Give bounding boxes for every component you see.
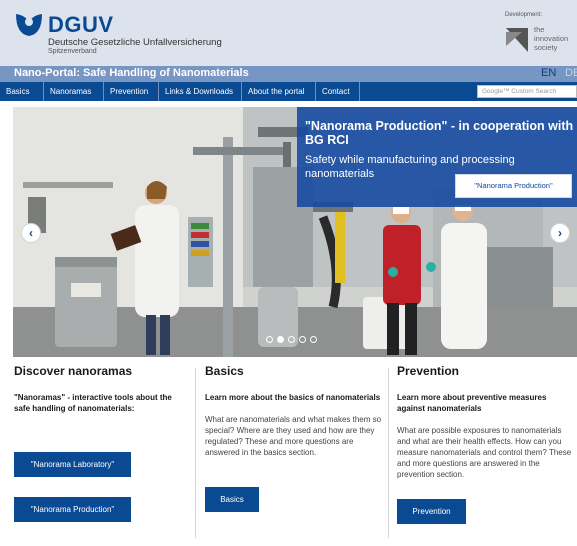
prevention-title: Prevention (397, 364, 460, 378)
hero-slider: "Nanorama Production" - in cooperation w… (13, 107, 577, 357)
basics-button[interactable]: Basics (205, 487, 259, 512)
column-divider (195, 368, 196, 538)
slider-dot[interactable] (310, 336, 317, 343)
slider-prev-arrow-icon[interactable]: ‹ (21, 223, 41, 243)
slider-dot[interactable] (266, 336, 273, 343)
portal-title: Nano-Portal: Safe Handling of Nanomateri… (14, 67, 249, 79)
portal-title-bar: Nano-Portal: Safe Handling of Nanomateri… (0, 66, 577, 82)
nav-item-contact[interactable]: Contact (316, 82, 360, 101)
nanorama-laboratory-button[interactable]: "Nanorama Laboratory" (14, 452, 131, 477)
slider-pagination (266, 336, 326, 344)
discover-column: Discover nanoramas "Nanoramas" - interac… (14, 364, 190, 414)
basics-lead: Learn more about the basics of nanomater… (205, 393, 381, 402)
slider-dot[interactable] (288, 336, 295, 343)
development-label: Development: (505, 12, 543, 18)
hero-title: "Nanorama Production" - in cooperation w… (305, 119, 574, 147)
logo-subtitle: Deutsche Gesetzliche Unfallversicherung (48, 37, 222, 48)
hero-nanorama-production-button[interactable]: "Nanorama Production" (455, 174, 572, 198)
language-de-link[interactable]: DE (565, 67, 577, 79)
hero-overlay: "Nanorama Production" - in cooperation w… (297, 107, 577, 207)
logo-subtitle-secondary: Spitzenverband (48, 48, 97, 55)
basics-title: Basics (205, 364, 244, 378)
prevention-button[interactable]: Prevention (397, 499, 466, 524)
slider-dot[interactable] (299, 336, 306, 343)
prevention-text: What are possible exposures to nanomater… (397, 426, 572, 479)
logo-title[interactable]: DGUV (48, 12, 114, 38)
basics-text: What are nanomaterials and what makes th… (205, 415, 382, 457)
discover-title: Discover nanoramas (14, 364, 133, 378)
main-navigation: Basics Nanoramas Prevention Links & Down… (0, 82, 577, 101)
search-input[interactable]: Google™ Custom Search (477, 85, 577, 98)
prevention-column: Prevention Learn more about preventive m… (397, 364, 575, 480)
nav-item-basics[interactable]: Basics (0, 82, 44, 101)
slider-dot[interactable] (277, 336, 284, 343)
innovation-society-text: the innovation society (534, 25, 569, 52)
prevention-lead: Learn more about preventive measures aga… (397, 393, 547, 413)
innovation-society-logo-icon[interactable] (506, 28, 528, 52)
basics-column: Basics Learn more about the basics of na… (205, 364, 383, 458)
discover-lead: "Nanoramas" - interactive tools about th… (14, 393, 172, 413)
nav-item-nanoramas[interactable]: Nanoramas (44, 82, 104, 101)
nav-item-about[interactable]: About the portal (242, 82, 316, 101)
column-divider (388, 368, 389, 538)
slider-next-arrow-icon[interactable]: › (550, 223, 570, 243)
nav-item-prevention[interactable]: Prevention (104, 82, 159, 101)
language-en-link[interactable]: EN (541, 67, 556, 79)
nanorama-production-button[interactable]: "Nanorama Production" (14, 497, 131, 522)
site-header: DGUV Deutsche Gesetzliche Unfallversiche… (0, 0, 577, 66)
dguv-logo-icon[interactable] (14, 12, 44, 38)
nav-item-links-downloads[interactable]: Links & Downloads (159, 82, 242, 101)
